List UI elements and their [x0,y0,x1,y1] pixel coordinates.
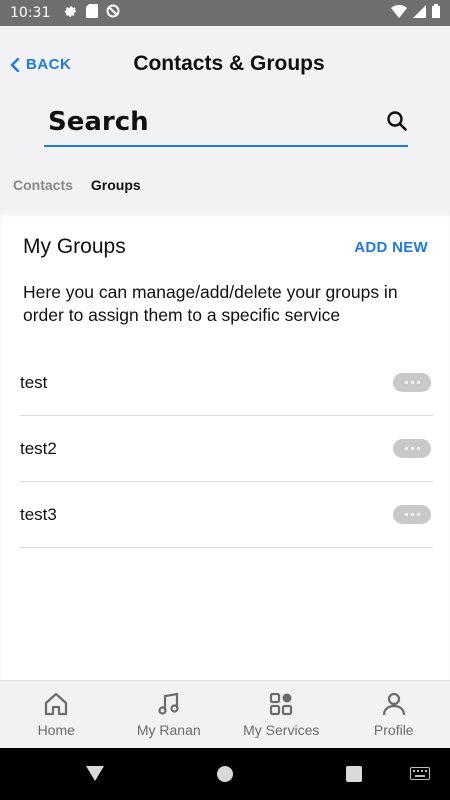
home-icon [45,692,68,716]
tab-bar: Contacts Groups [13,177,141,193]
groups-title: My Groups [23,235,126,258]
system-recents-icon[interactable] [346,766,362,782]
add-new-button[interactable]: ADD NEW [354,239,428,256]
system-back-icon[interactable] [86,766,104,781]
nav-item-my-ranan[interactable]: My Ranan [113,681,226,748]
more-dots-icon [404,381,408,384]
group-list: test test2 test3 [20,350,433,548]
list-item[interactable]: test3 [20,482,433,548]
chevron-left-icon [10,57,20,72]
do-not-disturb-icon [106,4,120,22]
list-item[interactable]: test2 [20,416,433,482]
battery-icon [432,4,440,22]
group-name: test [20,372,48,392]
back-button[interactable]: BACK [10,56,71,73]
system-home-icon[interactable] [217,766,233,782]
profile-icon [382,692,405,716]
gear-icon [64,4,78,22]
music-note-icon [158,692,179,715]
nav-item-home[interactable]: Home [0,681,113,748]
nav-item-profile[interactable]: Profile [338,681,450,748]
bottom-nav: Home My Ranan My Services Profile [0,680,450,748]
groups-description: Here you can manage/add/delete your grou… [23,282,398,325]
search-icon[interactable] [386,110,408,132]
search-input[interactable] [48,102,368,142]
status-bar: 10:31 [0,0,450,26]
more-options-button[interactable] [393,505,431,524]
more-dots-icon [404,513,408,516]
nav-label-home: Home [37,722,75,738]
more-options-button[interactable] [393,439,431,458]
grid-icon [270,692,293,716]
more-dots-icon [404,447,408,450]
nav-label-my-ranan: My Ranan [136,722,201,738]
sd-card-icon [86,4,99,22]
system-nav-bar [0,748,450,800]
tab-groups[interactable]: Groups [91,177,141,193]
nav-label-my-services: My Services [243,722,320,738]
back-label: BACK [26,56,72,73]
groups-panel: My Groups ADD NEW Here you can manage/ad… [0,213,450,680]
group-name: test2 [20,438,57,458]
tab-contacts[interactable]: Contacts [13,177,73,193]
nav-label-profile: Profile [373,722,414,738]
cellular-icon [413,4,426,22]
list-item[interactable]: test [20,350,433,416]
more-options-button[interactable] [393,373,431,392]
wifi-icon [391,4,407,22]
status-time: 10:31 [10,5,51,21]
search-bar [44,100,408,147]
group-name: test3 [20,504,57,524]
nav-item-my-services[interactable]: My Services [225,681,338,748]
page-title: Contacts & Groups [133,52,325,75]
keyboard-icon[interactable] [410,767,430,780]
header: BACK Contacts & Groups Contacts Groups [0,26,450,213]
